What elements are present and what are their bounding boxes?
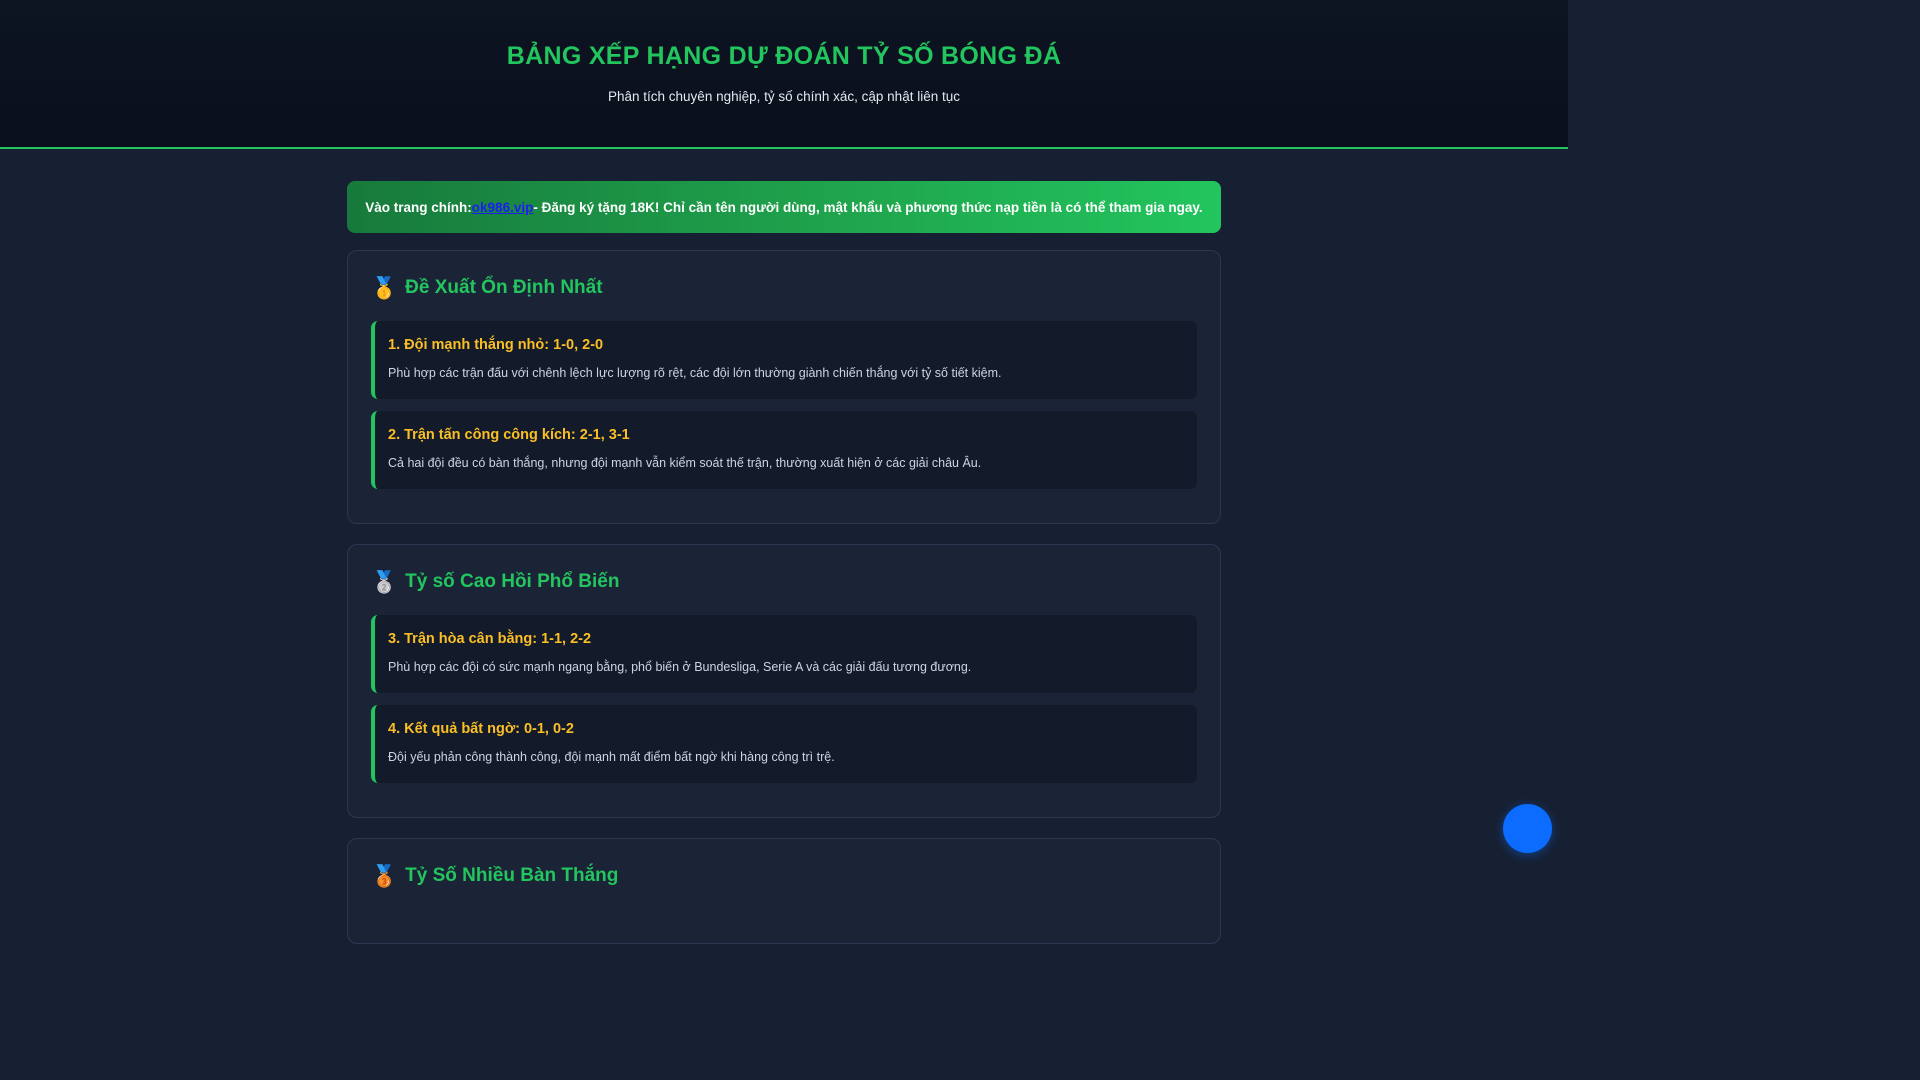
promo-prefix: Vào trang chính: — [365, 199, 472, 215]
promo-banner: Vào trang chính: ok986.vip - Đăng ký tặn… — [347, 181, 1221, 233]
prediction-description: Đội yếu phản công thành công, đội mạnh m… — [388, 750, 835, 764]
prediction-card: 1. Đội mạnh thắng nhỏ: 1-0, 2-0 Phù hợp … — [371, 321, 1197, 399]
promo-link[interactable]: ok986.vip — [472, 200, 534, 215]
page-header: BẢNG XẾP HẠNG DỰ ĐOÁN TỶ SỐ BÓNG ĐÁ Phân… — [0, 0, 1568, 149]
section-title: 🥉 Tỷ Số Nhiều Bàn Thắng — [371, 865, 1197, 887]
prediction-description: Cả hai đội đều có bàn thắng, nhưng đội m… — [388, 456, 982, 470]
prediction-card: 4. Kết quả bất ngờ: 0-1, 0-2 Đội yếu phả… — [371, 705, 1197, 783]
section-title: 🥇 Đề Xuất Ổn Định Nhất — [371, 277, 1197, 299]
prediction-title: 2. Trận tấn công công kích: 2-1, 3-1 — [388, 427, 630, 443]
section-title: 🥈 Tỷ số Cao Hồi Phổ Biến — [371, 571, 1197, 593]
section-stable-picks: 🥇 Đề Xuất Ổn Định Nhất 1. Đội mạnh thắng… — [347, 250, 1221, 524]
section-title-text: Tỷ Số Nhiều Bàn Thắng — [405, 865, 619, 886]
chat-widget-button[interactable] — [1503, 804, 1552, 853]
main-content: Vào trang chính: ok986.vip - Đăng ký tặn… — [347, 181, 1221, 944]
page-title: BẢNG XẾP HẠNG DỰ ĐOÁN TỶ SỐ BÓNG ĐÁ — [506, 42, 1062, 70]
section-title-text: Tỷ số Cao Hồi Phổ Biến — [405, 571, 620, 592]
prediction-description: Phù hợp các đội có sức mạnh ngang bằng, … — [388, 660, 972, 674]
section-popular-scores: 🥈 Tỷ số Cao Hồi Phổ Biến 3. Trận hòa cân… — [347, 544, 1221, 818]
prediction-card: 3. Trận hòa cân bằng: 1-1, 2-2 Phù hợp c… — [371, 615, 1197, 693]
prediction-card: 2. Trận tấn công công kích: 2-1, 3-1 Cả … — [371, 411, 1197, 489]
prediction-title: 4. Kết quả bất ngờ: 0-1, 0-2 — [388, 721, 574, 737]
page-subtitle: Phân tích chuyên nghiệp, tỷ số chính xác… — [608, 89, 960, 104]
prediction-description: Phù hợp các trận đấu với chênh lệch lực … — [388, 366, 1002, 380]
prediction-title: 1. Đội mạnh thắng nhỏ: 1-0, 2-0 — [388, 337, 604, 353]
bronze-medal-icon: 🥉 — [371, 864, 398, 888]
silver-medal-icon: 🥈 — [371, 570, 398, 594]
prediction-title: 3. Trận hòa cân bằng: 1-1, 2-2 — [388, 631, 592, 647]
section-high-scoring: 🥉 Tỷ Số Nhiều Bàn Thắng — [347, 838, 1221, 944]
promo-suffix: - Đăng ký tặng 18K! Chỉ cần tên người dù… — [533, 199, 1203, 215]
section-title-text: Đề Xuất Ổn Định Nhất — [405, 277, 603, 298]
gold-medal-icon: 🥇 — [371, 276, 398, 300]
